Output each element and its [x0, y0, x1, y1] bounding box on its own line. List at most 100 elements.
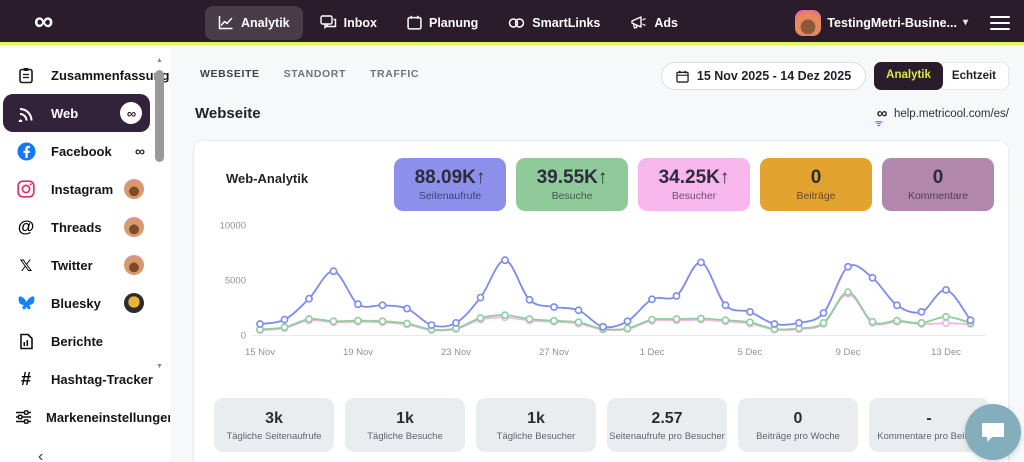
chevron-down-icon: ▾ [963, 17, 968, 28]
nav-label: SmartLinks [532, 16, 600, 30]
sidebar-item-label: Berichte [51, 334, 103, 349]
date-range-picker[interactable]: 15 Nov 2025 - 14 Dez 2025 [661, 62, 866, 90]
summary-beitr-ge-pro-woche: 0Beiträge pro Woche [738, 398, 858, 452]
svg-text:10000: 10000 [220, 221, 246, 232]
sidebar-item-label: Markeneinstellungen [46, 410, 175, 425]
sidebar-scrollbar[interactable]: ▲ ▼ [154, 56, 165, 372]
sidebar-item-label: Facebook [51, 144, 112, 159]
account-name: TestingMetri-Busine... [827, 16, 957, 30]
hamburger-menu-icon[interactable] [990, 16, 1010, 30]
scrollbar-thumb[interactable] [155, 70, 164, 162]
help-link[interactable]: ∞ᯤ help.metricool.com/es/ [877, 105, 1009, 122]
sidebar-item-web[interactable]: Web ∞ [3, 94, 150, 132]
instagram-icon [15, 180, 37, 198]
nav-ads[interactable]: Ads [617, 6, 691, 40]
svg-text:5000: 5000 [225, 276, 246, 287]
sidebar-collapse-button[interactable]: ‹ [38, 448, 43, 462]
scroll-down-icon[interactable]: ▼ [154, 362, 165, 372]
metricool-rss-icon: ∞ᯤ [877, 105, 886, 122]
threads-icon: @ [15, 217, 37, 237]
trend-up-arrow: ↑ [598, 167, 608, 188]
help-link-text: help.metricool.com/es/ [894, 108, 1009, 120]
account-switcher[interactable]: TestingMetri-Busine... ▾ [795, 10, 968, 36]
sidebar-list: Zusammenfassung Web ∞ Facebook∞Instagram @ Th… [0, 56, 170, 436]
stat-besuche[interactable]: 39.55K↑Besuche [516, 158, 628, 211]
toggle-analytics[interactable]: Analytik [874, 62, 943, 90]
sidebar-item-hashtag-tracker[interactable]: #Hashtag-Tracker [0, 360, 170, 398]
summary-value: - [926, 409, 931, 428]
chart-svg: 050001000015 Nov19 Nov23 Nov27 Nov1 Dec5… [206, 215, 998, 367]
scroll-up-icon[interactable]: ▲ [154, 56, 165, 66]
header-controls: 15 Nov 2025 - 14 Dez 2025 Analytik Echtz… [661, 62, 1009, 90]
mode-toggle: Analytik Echtzeit [874, 62, 1009, 90]
link-icon [508, 16, 525, 30]
stat-boxes: 88.09K↑Seitenaufrufe39.55K↑Besuche34.25K… [394, 158, 994, 211]
sidebar-item-threads[interactable]: @ Threads [0, 208, 170, 246]
summary-label: Tägliche Seitenaufrufe [226, 431, 321, 442]
megaphone-icon [630, 15, 647, 30]
sidebar-item-label: Web [51, 106, 78, 121]
summary-value: 1k [527, 409, 545, 428]
sidebar-item-twitter[interactable]: 𝕏Twitter [0, 246, 170, 284]
metricool-logo-icon[interactable]: ∞ [34, 0, 51, 44]
tab-standort[interactable]: STANDORT [284, 68, 346, 80]
chat-support-button[interactable] [965, 404, 1021, 460]
svg-text:19 Nov: 19 Nov [343, 347, 373, 358]
sidebar-item-zusammenfassung[interactable]: Zusammenfassung [0, 56, 170, 94]
topbar: ∞ Analytik Inbox Planung SmartLinks Ads Test… [0, 0, 1024, 45]
stat-label: Besuche [552, 190, 593, 202]
nav-smartlinks[interactable]: SmartLinks [495, 6, 613, 40]
summary-t-gliche-besuche: 1kTägliche Besuche [345, 398, 465, 452]
nav-label: Analytik [241, 16, 290, 30]
sidebar-item-facebook[interactable]: Facebook∞ [0, 132, 170, 170]
sidebar-item-markeneinstellungen[interactable]: Markeneinstellungen [0, 398, 170, 436]
summary-label: Tägliche Besucher [497, 431, 576, 442]
sidebar-item-label: Bluesky [51, 296, 101, 311]
trend-up-arrow: ↑ [476, 167, 486, 188]
tab-webseite[interactable]: WEBSEITE [200, 68, 260, 80]
nav-planung[interactable]: Planung [394, 6, 491, 40]
connected-account-avatar [124, 179, 144, 199]
sidebar-item-label: Hashtag-Tracker [51, 372, 153, 387]
twitter-x-icon: 𝕏 [15, 256, 37, 275]
main-content: WEBSEITE STANDORT TRAFFIC 15 Nov 2025 - 14… [170, 48, 1024, 462]
nav-analytik[interactable]: Analytik [205, 6, 303, 40]
summary-value: 3k [265, 409, 283, 428]
stat-seitenaufrufe[interactable]: 88.09K↑Seitenaufrufe [394, 158, 506, 211]
topbar-right: TestingMetri-Busine... ▾ [795, 0, 1010, 45]
sliders-icon [15, 409, 32, 425]
chat-bubble-icon [980, 420, 1006, 444]
nav-inbox[interactable]: Inbox [307, 6, 390, 40]
sidebar-item-berichte[interactable]: Berichte [0, 322, 170, 360]
sidebar-item-bluesky[interactable]: Bluesky [0, 284, 170, 322]
calendar-icon [676, 70, 689, 83]
rss-icon [15, 105, 37, 122]
card-title: Web-Analytik [226, 171, 308, 186]
tab-traffic[interactable]: TRAFFIC [370, 68, 419, 80]
stat-kommentare[interactable]: 0Kommentare [882, 158, 994, 211]
nav-label: Planung [429, 16, 478, 30]
toggle-realtime[interactable]: Echtzeit [939, 62, 1009, 90]
report-icon [15, 333, 37, 350]
sidebar-item-label: Threads [51, 220, 102, 235]
svg-text:1 Dec: 1 Dec [640, 347, 665, 358]
sidebar: Zusammenfassung Web ∞ Facebook∞Instagram @ Th… [0, 48, 170, 462]
stat-value: 39.55K↑ [537, 167, 608, 189]
account-avatar [795, 10, 821, 36]
stat-besucher[interactable]: 34.25K↑Besucher [638, 158, 750, 211]
chart-line-icon [218, 15, 234, 30]
summary-boxes: 3kTägliche Seitenaufrufe1kTägliche Besuc… [214, 398, 989, 452]
summary-value: 2.57 [651, 409, 682, 428]
stat-value: 34.25K↑ [659, 167, 730, 189]
bluesky-icon [15, 295, 37, 312]
summary-seitenaufrufe-pro-besucher: 2.57 Seitenaufrufe pro Besucher [607, 398, 727, 452]
metricool-app: ∞ Analytik Inbox Planung SmartLinks Ads Test… [0, 0, 1024, 462]
clipboard-icon [15, 67, 37, 84]
summary-label: Tägliche Besuche [367, 431, 443, 442]
summary-label: Seitenaufrufe pro Besucher [609, 431, 725, 442]
sidebar-item-instagram[interactable]: Instagram [0, 170, 170, 208]
infinity-badge-icon: ∞ [120, 102, 142, 124]
summary-value: 0 [794, 409, 803, 428]
stat-beiträge[interactable]: 0Beiträge [760, 158, 872, 211]
facebook-icon [15, 142, 37, 161]
